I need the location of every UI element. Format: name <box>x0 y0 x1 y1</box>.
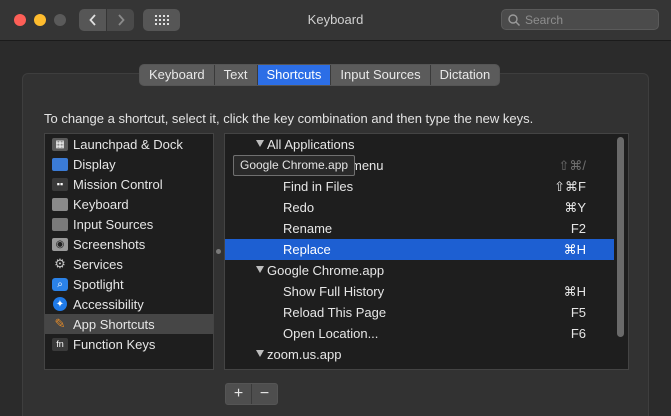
shortcut-label: Find in Files <box>283 179 354 194</box>
category-label: Display <box>73 156 116 172</box>
shortcut-key[interactable]: ⇧⌘F <box>554 179 586 195</box>
spotlight-icon: ⌕ <box>52 277 68 291</box>
app-shortcuts-icon: ✎ <box>54 316 66 331</box>
launchpad-icon: ▦ <box>52 137 68 151</box>
tab-dictation[interactable]: Dictation <box>431 65 500 85</box>
add-remove-control: + − <box>225 383 278 405</box>
shortcut-label: Rename <box>283 221 333 236</box>
category-label: Screenshots <box>73 236 146 252</box>
shortcut-row[interactable]: Open Location... F6 <box>225 323 614 344</box>
remove-shortcut-button[interactable]: − <box>252 384 277 404</box>
category-item-services[interactable]: ⚙ Services <box>45 254 213 274</box>
shortcut-label: All Applications <box>267 137 355 152</box>
category-label: Keyboard <box>73 196 129 212</box>
shortcut-row[interactable]: Show Full History ⌘H <box>225 281 614 302</box>
tab-input-sources[interactable]: Input Sources <box>331 65 431 85</box>
category-item-input-sources[interactable]: Input Sources <box>45 214 213 234</box>
category-item-screenshots[interactable]: ◉ Screenshots <box>45 234 213 254</box>
shortcut-label: zoom.us.app <box>267 347 342 362</box>
tooltip: Google Chrome.app <box>233 155 356 176</box>
keyboard-icon <box>52 197 68 211</box>
shortcut-key[interactable]: ⌘H <box>564 242 586 258</box>
tab-shortcuts[interactable]: Shortcuts <box>257 65 332 85</box>
disclosure-triangle-icon[interactable] <box>256 266 264 273</box>
category-item-spotlight[interactable]: ⌕ Spotlight <box>45 274 213 294</box>
accessibility-icon: ✦ <box>53 297 67 311</box>
disclosure-triangle-icon[interactable] <box>256 350 264 357</box>
shortcut-label: Replace <box>283 242 331 257</box>
add-shortcut-button[interactable]: + <box>226 384 252 404</box>
category-label: Function Keys <box>73 336 156 352</box>
shortcut-label: Redo <box>283 200 315 215</box>
shortcut-label: menu <box>351 158 384 173</box>
shortcut-key[interactable]: F5 <box>571 305 586 320</box>
shortcut-label: Open Location... <box>283 326 379 341</box>
shortcut-key[interactable]: ⇧⌘/ <box>558 158 586 174</box>
category-label: Accessibility <box>73 296 144 312</box>
search-icon <box>508 14 520 26</box>
tab-bar: Keyboard Text Shortcuts Input Sources Di… <box>139 64 501 86</box>
category-item-app-shortcuts[interactable]: ✎ App Shortcuts <box>45 314 213 334</box>
search-field[interactable]: Search <box>501 9 659 30</box>
tab-keyboard[interactable]: Keyboard <box>140 65 215 85</box>
shortcut-key[interactable]: ⌘H <box>564 284 586 300</box>
shortcut-key[interactable]: F2 <box>571 221 586 236</box>
category-label: Input Sources <box>73 216 154 232</box>
shortcut-row-selected[interactable]: Replace ⌘H <box>225 239 614 260</box>
preferences-window: Keyboard Search Keyboard Text Shortcuts … <box>0 0 671 416</box>
display-icon <box>52 157 68 171</box>
category-item-keyboard[interactable]: Keyboard <box>45 194 213 214</box>
group-row-zoom[interactable]: zoom.us.app <box>225 344 614 365</box>
title-bar: Keyboard Search <box>0 0 671 41</box>
shortcut-row[interactable]: Find in Files ⇧⌘F <box>225 176 614 197</box>
category-label: Spotlight <box>73 276 124 292</box>
shortcut-label: Google Chrome.app <box>267 263 385 278</box>
instruction-text: To change a shortcut, select it, click t… <box>44 111 534 126</box>
shortcut-key[interactable]: ⌘Y <box>564 200 586 216</box>
category-item-function-keys[interactable]: fn Function Keys <box>45 334 213 354</box>
shortcut-row[interactable]: Reload This Page F5 <box>225 302 614 323</box>
mission-control-icon: ▪▪ <box>52 177 68 191</box>
fn-icon: fn <box>52 337 68 351</box>
category-label: App Shortcuts <box>73 316 155 332</box>
category-list: ▦ Launchpad & Dock Display ▪▪ Mission Co… <box>44 133 214 370</box>
category-label: Mission Control <box>73 176 163 192</box>
shortcut-label: Show Full History <box>283 284 385 299</box>
category-item-mission-control[interactable]: ▪▪ Mission Control <box>45 174 213 194</box>
tab-text[interactable]: Text <box>215 65 258 85</box>
shortcut-label: Reload This Page <box>283 305 387 320</box>
group-row-google-chrome[interactable]: Google Chrome.app <box>225 260 614 281</box>
category-label: Services <box>73 256 123 272</box>
shortcut-row[interactable]: Rename F2 <box>225 218 614 239</box>
category-label: Launchpad & Dock <box>73 136 183 152</box>
category-item-accessibility[interactable]: ✦ Accessibility <box>45 294 213 314</box>
shortcut-row[interactable]: Redo ⌘Y <box>225 197 614 218</box>
search-placeholder: Search <box>525 13 564 27</box>
input-sources-icon <box>52 217 68 231</box>
shortcut-key[interactable]: F6 <box>571 326 586 341</box>
scrollbar-thumb[interactable] <box>617 137 624 337</box>
group-row-all-applications[interactable]: All Applications <box>225 134 614 155</box>
disclosure-triangle-icon[interactable] <box>256 140 264 147</box>
category-item-launchpad[interactable]: ▦ Launchpad & Dock <box>45 134 213 154</box>
split-view-handle[interactable] <box>216 249 221 254</box>
gear-icon: ⚙ <box>54 256 66 271</box>
category-item-display[interactable]: Display <box>45 154 213 174</box>
screenshots-icon: ◉ <box>52 237 68 251</box>
